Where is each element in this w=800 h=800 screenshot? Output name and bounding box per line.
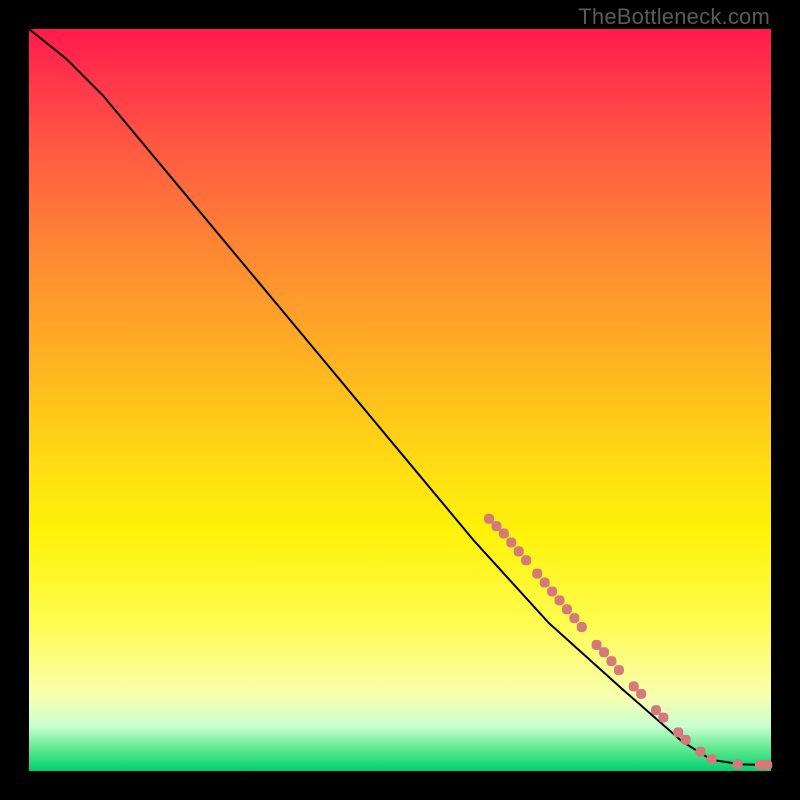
data-marker xyxy=(707,754,717,764)
data-marker xyxy=(514,546,524,556)
data-marker xyxy=(681,735,691,745)
data-marker xyxy=(762,760,772,770)
chart-svg xyxy=(29,29,771,771)
chart-stage: TheBottleneck.com xyxy=(0,0,800,800)
data-marker xyxy=(696,747,706,757)
data-marker xyxy=(499,529,509,539)
data-marker xyxy=(555,595,565,605)
data-marker xyxy=(636,689,646,699)
data-marker xyxy=(540,578,550,588)
data-marker xyxy=(592,640,602,650)
data-marker xyxy=(577,622,587,632)
data-marker xyxy=(733,759,743,769)
data-marker xyxy=(606,656,616,666)
data-marker xyxy=(521,555,531,565)
data-marker xyxy=(599,647,609,657)
bottleneck-curve xyxy=(29,29,771,765)
watermark-text: TheBottleneck.com xyxy=(578,4,770,30)
data-marker xyxy=(491,521,501,531)
data-marker xyxy=(651,705,661,715)
data-marker xyxy=(506,537,516,547)
data-marker xyxy=(569,613,579,623)
data-marker xyxy=(673,727,683,737)
data-marker xyxy=(532,569,542,579)
data-marker xyxy=(547,586,557,596)
data-marker xyxy=(629,681,639,691)
data-markers xyxy=(484,514,772,770)
data-marker xyxy=(658,713,668,723)
data-marker xyxy=(562,604,572,614)
data-marker xyxy=(614,665,624,675)
data-marker xyxy=(484,514,494,524)
